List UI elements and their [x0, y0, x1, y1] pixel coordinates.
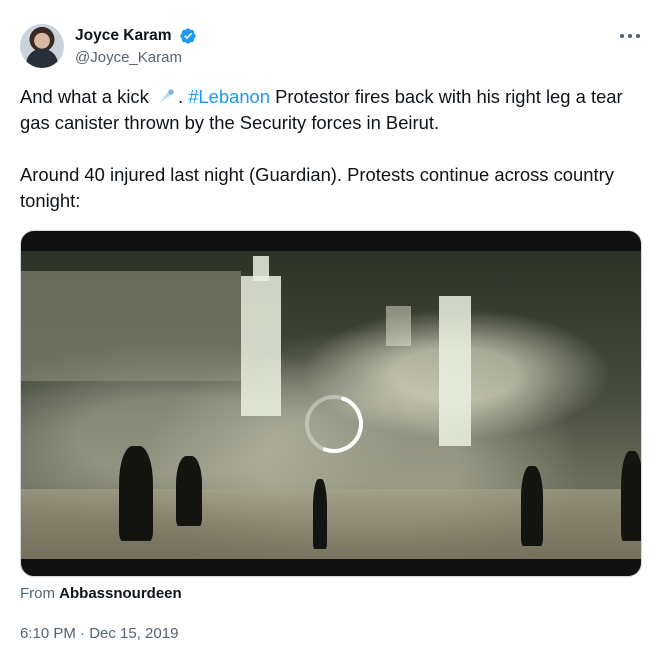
verified-badge-icon — [180, 28, 196, 44]
media-source-name[interactable]: Abbassnourdeen — [59, 585, 182, 602]
tweet-text-sep: . — [177, 86, 184, 107]
tweet-header: Joyce Karam @Joyce_Karam — [20, 22, 644, 70]
comet-icon — [158, 89, 174, 103]
tweet-text-line2: Around 40 injured last night (Guardian).… — [20, 164, 614, 211]
loading-spinner-icon — [305, 395, 363, 453]
video-player[interactable] — [20, 230, 642, 577]
tweet-text: And what a kick . #Lebanon Protestor fir… — [20, 84, 640, 214]
tweet-text-prefix: And what a kick — [20, 86, 149, 107]
author-handle[interactable]: @Joyce_Karam — [75, 48, 197, 68]
media-source: From Abbassnourdeen — [20, 584, 182, 604]
tweet-card: Joyce Karam @Joyce_Karam And what a kick… — [0, 0, 664, 651]
author-display-name[interactable]: Joyce Karam — [75, 26, 172, 46]
tweet-timestamp[interactable]: 6:10 PM · Dec 15, 2019 — [20, 624, 178, 644]
video-frame[interactable] — [21, 251, 641, 559]
media-source-prefix: From — [20, 585, 55, 602]
hashtag-link[interactable]: #Lebanon — [188, 86, 270, 107]
avatar[interactable] — [20, 24, 64, 68]
ellipsis-icon[interactable] — [618, 26, 642, 46]
author-info: Joyce Karam @Joyce_Karam — [75, 26, 197, 68]
